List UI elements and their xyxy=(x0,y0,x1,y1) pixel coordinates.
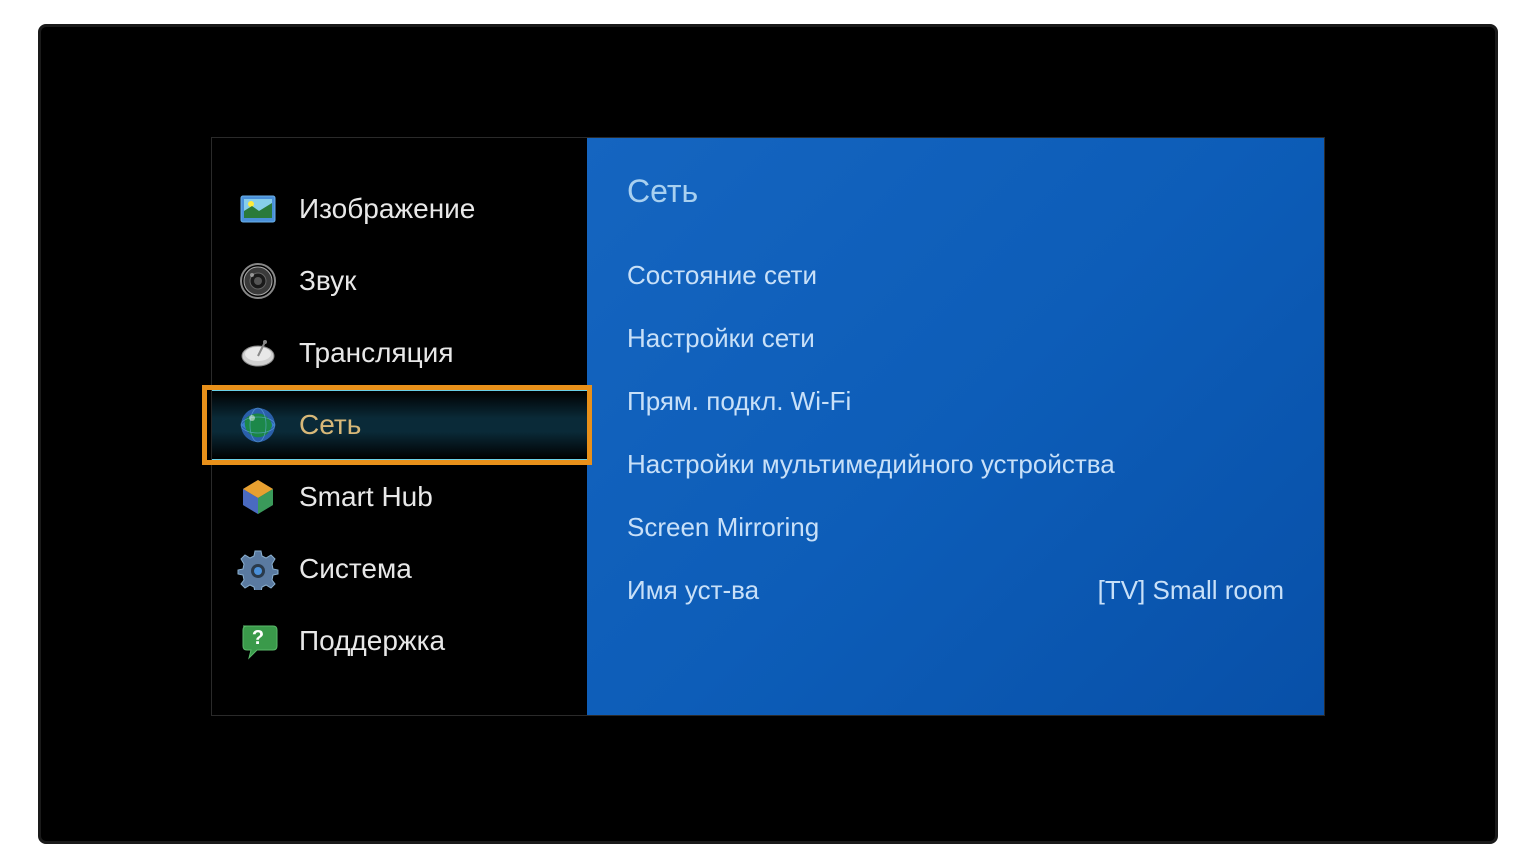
sidebar-item-label: Звук xyxy=(299,265,356,297)
panel-item-network-settings[interactable]: Настройки сети xyxy=(627,323,1284,354)
sidebar-item-label: Система xyxy=(299,553,412,585)
network-icon xyxy=(237,404,279,446)
broadcast-icon xyxy=(237,332,279,374)
panel-item-multimedia-device[interactable]: Настройки мультимедийного устройства xyxy=(627,449,1284,480)
settings-sidebar: Изображение Звук xyxy=(212,138,587,715)
panel-item-label: Состояние сети xyxy=(627,260,817,291)
sidebar-item-system[interactable]: Система xyxy=(212,533,587,605)
sidebar-item-picture[interactable]: Изображение xyxy=(212,173,587,245)
sidebar-item-label: Изображение xyxy=(299,193,475,225)
panel-item-label: Настройки сети xyxy=(627,323,815,354)
panel-title: Сеть xyxy=(627,173,1284,210)
panel-item-wifi-direct[interactable]: Прям. подкл. Wi-Fi xyxy=(627,386,1284,417)
system-icon xyxy=(237,548,279,590)
picture-icon xyxy=(237,188,279,230)
sound-icon xyxy=(237,260,279,302)
sidebar-item-label: Трансляция xyxy=(299,337,453,369)
sidebar-item-broadcast[interactable]: Трансляция xyxy=(212,317,587,389)
network-panel: Сеть Состояние сети Настройки сети Прям.… xyxy=(587,138,1324,715)
tv-frame: Изображение Звук xyxy=(38,24,1498,844)
panel-item-label: Прям. подкл. Wi-Fi xyxy=(627,386,851,417)
support-icon: ? xyxy=(237,620,279,662)
sidebar-item-sound[interactable]: Звук xyxy=(212,245,587,317)
settings-menu: Изображение Звук xyxy=(211,137,1325,716)
tv-screen: Изображение Звук xyxy=(81,67,1455,801)
panel-item-value: [TV] Small room xyxy=(1098,575,1284,606)
panel-item-network-status[interactable]: Состояние сети xyxy=(627,260,1284,291)
smarthub-icon xyxy=(237,476,279,518)
panel-item-label: Screen Mirroring xyxy=(627,512,819,543)
sidebar-item-network[interactable]: Сеть xyxy=(212,389,587,461)
panel-item-label: Имя уст-ва xyxy=(627,575,759,606)
panel-item-device-name[interactable]: Имя уст-ва [TV] Small room xyxy=(627,575,1284,606)
sidebar-item-smarthub[interactable]: Smart Hub xyxy=(212,461,587,533)
svg-text:?: ? xyxy=(252,627,264,649)
panel-item-screen-mirroring[interactable]: Screen Mirroring xyxy=(627,512,1284,543)
sidebar-item-support[interactable]: ? Поддержка xyxy=(212,605,587,677)
sidebar-item-label: Сеть xyxy=(299,409,361,441)
sidebar-item-label: Smart Hub xyxy=(299,481,433,513)
panel-item-label: Настройки мультимедийного устройства xyxy=(627,449,1115,480)
sidebar-item-label: Поддержка xyxy=(299,625,445,657)
